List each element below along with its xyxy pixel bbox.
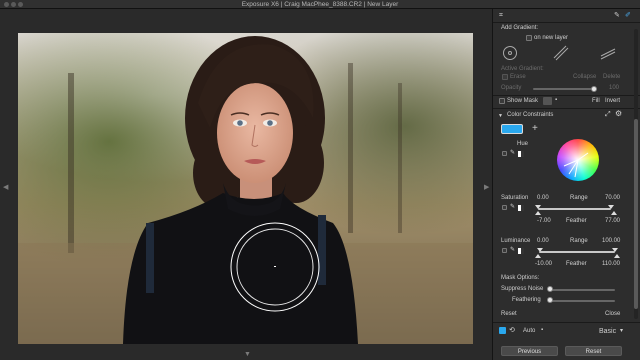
invert-button[interactable]: Invert bbox=[605, 98, 620, 104]
luminance-feather-low: -10.00 bbox=[535, 261, 553, 267]
luminance-eyedropper-icon[interactable]: ✎ bbox=[510, 247, 515, 254]
panel-divider bbox=[493, 322, 640, 323]
gradient-tool-icon[interactable]: ✐ bbox=[625, 12, 631, 19]
luminance-max: 100.00 bbox=[602, 238, 621, 244]
expand-icon[interactable]: ⤢ bbox=[605, 111, 611, 118]
right-panel-toggle-icon[interactable]: ▶ bbox=[484, 183, 489, 191]
zoom-window-button[interactable] bbox=[18, 2, 23, 7]
feathering-slider[interactable] bbox=[549, 300, 615, 302]
window-title: Exposure X6 | Craig MacPhee_8388.CR2 | N… bbox=[241, 1, 399, 8]
luminance-enable-checkbox[interactable] bbox=[502, 248, 507, 253]
panel-divider bbox=[493, 22, 640, 23]
opacity-slider-knob[interactable] bbox=[591, 86, 597, 92]
saturation-feather-low: -7.00 bbox=[537, 218, 551, 224]
saturation-eyedropper-icon[interactable]: ✎ bbox=[510, 204, 515, 211]
image-canvas[interactable]: ◀ ▶ ▼ bbox=[0, 9, 492, 360]
hue-enable-checkbox[interactable] bbox=[502, 151, 507, 156]
erase-checkbox[interactable] bbox=[502, 74, 508, 80]
preset-select[interactable]: Basic bbox=[599, 328, 616, 335]
mask-options-label: Mask Options: bbox=[501, 275, 540, 281]
luminance-slider[interactable] bbox=[539, 251, 615, 253]
previous-button[interactable]: Previous bbox=[501, 346, 558, 356]
saturation-feather-label: Feather bbox=[566, 218, 587, 224]
show-mask-checkbox[interactable] bbox=[499, 98, 505, 104]
feathering-label: Feathering bbox=[512, 297, 541, 303]
opacity-value: 100 bbox=[609, 85, 620, 91]
show-mask-label: Show Mask bbox=[507, 98, 539, 104]
constraints-close-button[interactable]: Close bbox=[605, 311, 620, 317]
color-constraint-swatch[interactable] bbox=[501, 124, 523, 134]
minimize-window-button[interactable] bbox=[11, 2, 16, 7]
saturation-range-label: Range bbox=[570, 195, 588, 201]
suppress-noise-knob[interactable] bbox=[547, 286, 553, 292]
mirrored-gradient-button[interactable] bbox=[600, 45, 616, 61]
luminance-feather-low-handle[interactable] bbox=[535, 254, 541, 258]
auto-settings-icon[interactable]: ▪ bbox=[541, 327, 543, 334]
fill-button[interactable]: Fill bbox=[592, 98, 600, 104]
suppress-noise-label: Suppress Noise bbox=[501, 286, 544, 292]
collapse-button[interactable]: Collapse bbox=[573, 74, 596, 80]
saturation-max: 70.00 bbox=[605, 195, 621, 201]
hue-wheel[interactable] bbox=[557, 139, 599, 181]
mask-color-swatch[interactable] bbox=[543, 97, 552, 105]
saturation-invert-icon[interactable] bbox=[518, 205, 524, 211]
saturation-enable-checkbox[interactable] bbox=[502, 205, 507, 210]
add-gradient-label: Add Gradient: bbox=[501, 25, 539, 31]
sync-icon[interactable]: ⟲ bbox=[509, 327, 515, 334]
hue-range-selector[interactable] bbox=[557, 139, 599, 181]
radial-gradient-button[interactable] bbox=[503, 46, 517, 60]
linear-gradient-button[interactable] bbox=[553, 45, 569, 61]
saturation-label: Saturation bbox=[501, 195, 529, 201]
panel-divider bbox=[493, 95, 640, 96]
add-constraint-icon[interactable]: + bbox=[532, 124, 538, 134]
portrait-illustration bbox=[18, 33, 473, 344]
opacity-slider[interactable] bbox=[533, 88, 597, 90]
luminance-feather-high-handle[interactable] bbox=[614, 254, 620, 258]
delete-button[interactable]: Delete bbox=[603, 74, 620, 80]
active-gradient-label: Active Gradient: bbox=[501, 66, 544, 72]
hue-invert-icon[interactable] bbox=[518, 151, 524, 157]
on-new-layer-checkbox[interactable] bbox=[526, 35, 532, 41]
luminance-feather-label: Feather bbox=[566, 261, 587, 267]
saturation-feather-low-handle[interactable] bbox=[535, 211, 541, 215]
crop-icon[interactable]: ⌗ bbox=[499, 12, 503, 19]
feathering-knob[interactable] bbox=[547, 297, 553, 303]
luminance-feather-high: 110.00 bbox=[602, 261, 620, 267]
chevron-down-icon[interactable]: ▾ bbox=[620, 328, 623, 335]
on-new-layer-label: on new layer bbox=[534, 35, 569, 41]
brush-icon[interactable]: ✎ bbox=[614, 12, 620, 19]
luminance-invert-icon[interactable] bbox=[518, 248, 524, 254]
chevron-down-icon[interactable]: ▼ bbox=[498, 113, 503, 120]
reset-button[interactable]: Reset bbox=[565, 346, 622, 356]
mask-overlay-icon[interactable]: ▪ bbox=[555, 97, 557, 104]
gear-icon[interactable]: ⚙ bbox=[615, 110, 622, 118]
color-constraints-title: Color Constraints bbox=[507, 112, 554, 118]
compare-view-icon[interactable] bbox=[499, 327, 506, 334]
suppress-noise-slider[interactable] bbox=[549, 289, 615, 291]
saturation-slider[interactable] bbox=[538, 208, 611, 210]
opacity-label: Opacity bbox=[501, 85, 522, 91]
constraints-reset-button[interactable]: Reset bbox=[501, 311, 517, 317]
hue-label: Hue bbox=[517, 141, 529, 147]
auto-button[interactable]: Auto bbox=[523, 328, 535, 334]
bottom-panel-toggle-icon[interactable]: ▼ bbox=[244, 351, 251, 358]
saturation-min: 0.00 bbox=[537, 195, 549, 201]
panel-scrollbar-thumb[interactable] bbox=[634, 119, 638, 309]
saturation-feather-high: 77.00 bbox=[605, 218, 621, 224]
panel-scrollbar[interactable] bbox=[634, 29, 638, 319]
mask-panel: ⌗ ✎ ✐ Add Gradient: on new layer Active … bbox=[492, 9, 640, 360]
close-window-button[interactable] bbox=[4, 2, 9, 7]
luminance-range-label: Range bbox=[570, 238, 588, 244]
luminance-label: Luminance bbox=[501, 238, 531, 244]
erase-label: Erase bbox=[510, 74, 526, 80]
window-titlebar: Exposure X6 | Craig MacPhee_8388.CR2 | N… bbox=[0, 0, 640, 9]
portrait-photo[interactable] bbox=[18, 33, 473, 344]
luminance-min: 0.00 bbox=[537, 238, 549, 244]
saturation-feather-high-handle[interactable] bbox=[611, 211, 617, 215]
left-panel-toggle-icon[interactable]: ◀ bbox=[3, 183, 8, 191]
hue-eyedropper-icon[interactable]: ✎ bbox=[510, 150, 515, 157]
